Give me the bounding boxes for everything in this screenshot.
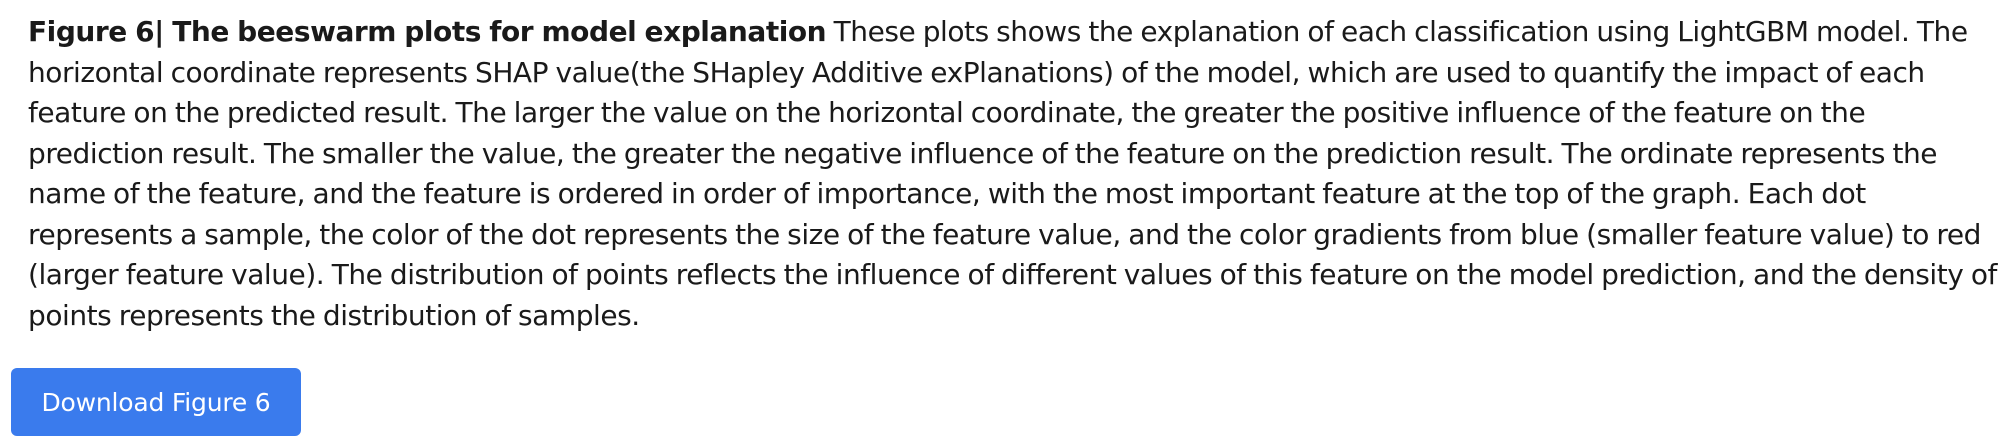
caption-title: Figure 6| The beeswarm plots for model e…: [28, 15, 827, 48]
caption-body: These plots shows the explanation of eac…: [28, 15, 1997, 332]
figure-caption: Figure 6| The beeswarm plots for model e…: [28, 12, 2003, 336]
download-figure-button[interactable]: Download Figure 6: [11, 368, 301, 436]
